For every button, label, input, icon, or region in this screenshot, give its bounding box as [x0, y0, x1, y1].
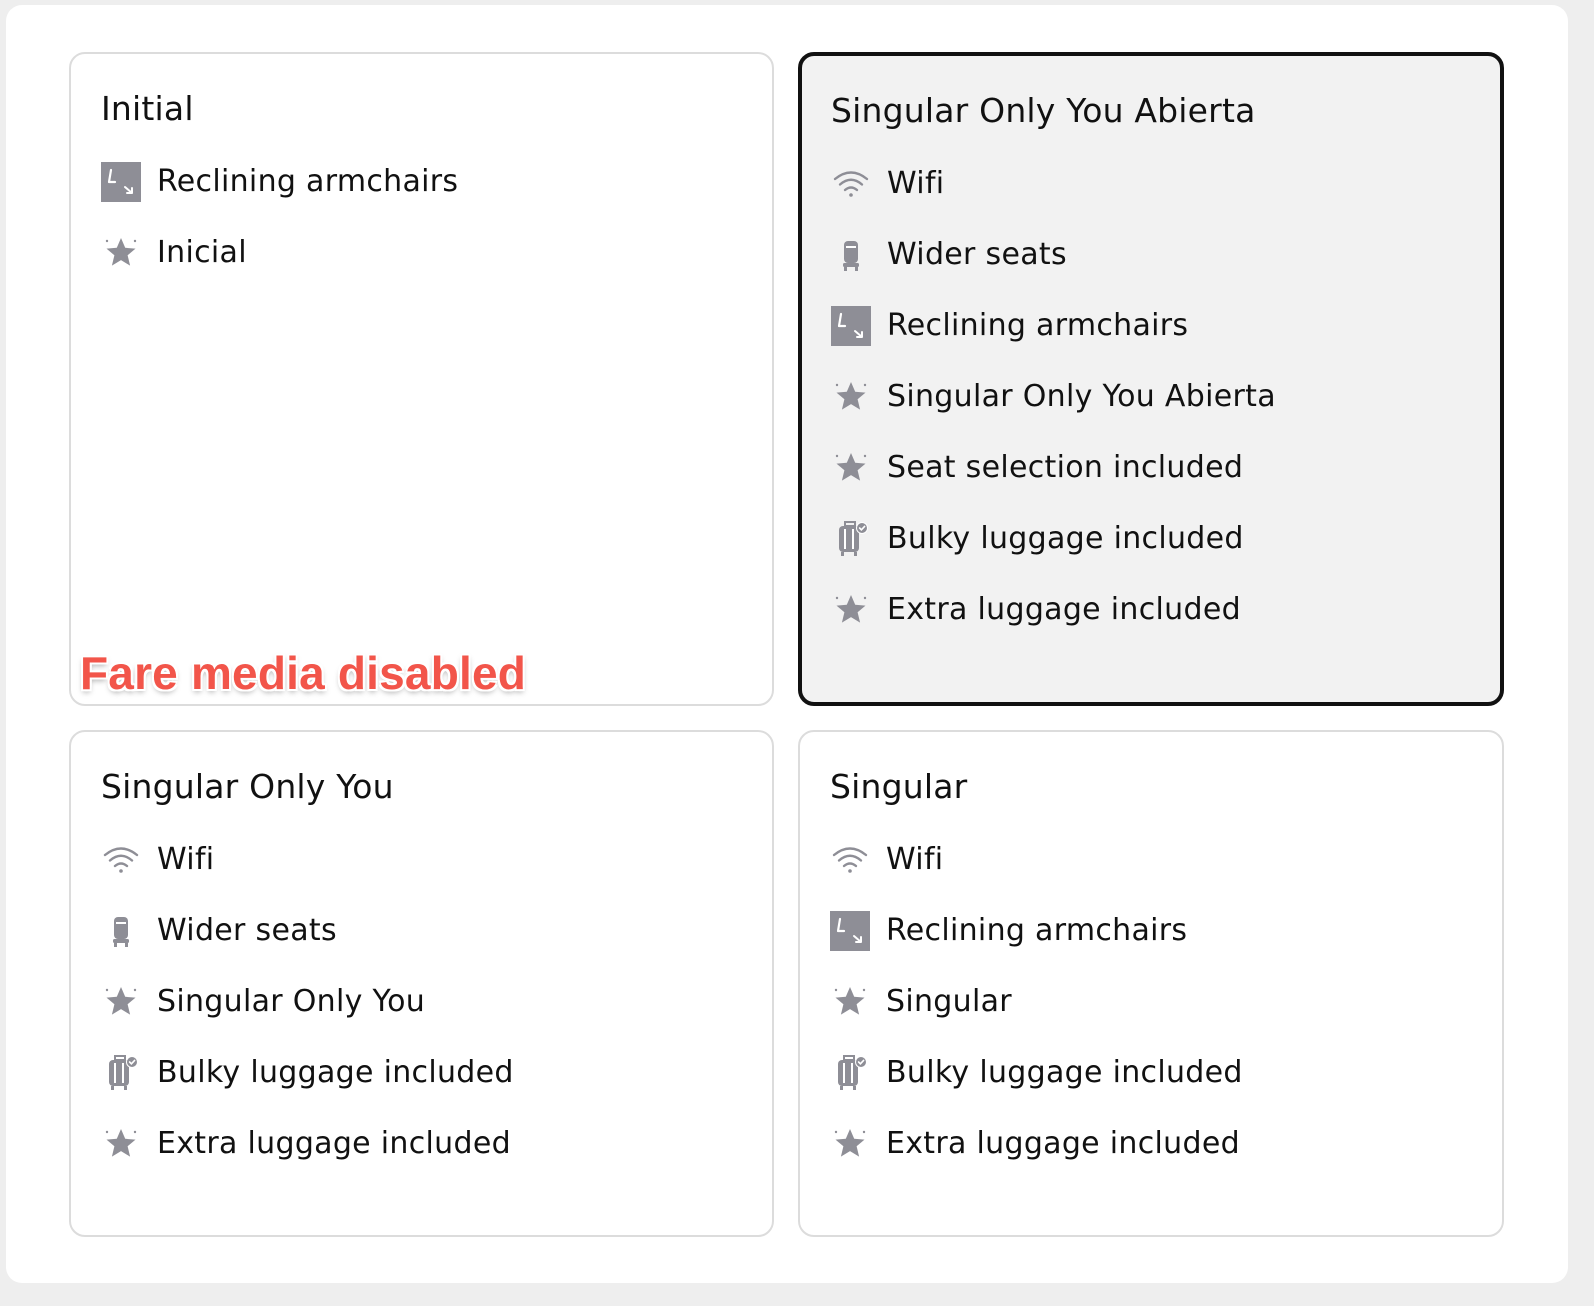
card-title: Singular Only You Abierta	[831, 91, 1256, 130]
recline-icon	[831, 305, 871, 346]
feature-item: Extra luggage included	[830, 1108, 1472, 1179]
luggage-icon	[101, 1053, 141, 1093]
feature-label: Bulky luggage included	[887, 520, 1244, 556]
feature-item: Seat selection included	[831, 432, 1471, 503]
wifi-icon	[831, 164, 871, 204]
wifi-icon	[830, 840, 870, 880]
feature-list: Wifi Wider seats Singular Only You Bulky…	[101, 824, 742, 1179]
feature-item: Extra luggage included	[831, 574, 1471, 645]
fare-card-singular[interactable]: Singular Wifi Reclining armchairs Singul…	[798, 730, 1504, 1237]
card-title: Singular	[830, 767, 968, 806]
feature-item: Reclining armchairs	[830, 895, 1472, 966]
star-icon	[101, 1124, 141, 1164]
feature-item: Bulky luggage included	[831, 503, 1471, 574]
fare-card-singular-only-you[interactable]: Singular Only You Wifi Wider seats Singu…	[69, 730, 774, 1237]
feature-item: Bulky luggage included	[830, 1037, 1472, 1108]
fare-media-disabled-note: Fare media disabled	[80, 647, 527, 699]
feature-label: Singular Only You Abierta	[887, 378, 1276, 414]
recline-icon	[101, 161, 141, 202]
star-icon	[101, 982, 141, 1022]
feature-list: Wifi Wider seats Reclining armchairs Sin…	[831, 148, 1471, 645]
feature-item: Wider seats	[101, 895, 742, 966]
feature-label: Seat selection included	[887, 449, 1244, 485]
feature-label: Reclining armchairs	[886, 912, 1188, 948]
feature-label: Singular Only You	[157, 983, 426, 1019]
feature-label: Wifi	[157, 841, 215, 877]
fare-card-singular-only-you-abierta[interactable]: Singular Only You Abierta Wifi Wider sea…	[798, 52, 1504, 706]
feature-label: Inicial	[157, 234, 247, 270]
card-title: Singular Only You	[101, 767, 394, 806]
wifi-icon	[101, 840, 141, 880]
feature-list: Wifi Reclining armchairs Singular Bulky …	[830, 824, 1472, 1179]
star-icon	[101, 233, 141, 273]
feature-item: Singular Only You Abierta	[831, 361, 1471, 432]
feature-item: Reclining armchairs	[831, 290, 1471, 361]
fare-card-initial[interactable]: Initial Reclining armchairs Inicial	[69, 52, 774, 706]
feature-item: Bulky luggage included	[101, 1037, 742, 1108]
star-icon	[830, 1124, 870, 1164]
feature-label: Reclining armchairs	[157, 163, 459, 199]
feature-label: Bulky luggage included	[886, 1054, 1243, 1090]
feature-label: Reclining armchairs	[887, 307, 1189, 343]
card-title: Initial	[101, 89, 194, 128]
seat-icon	[101, 911, 141, 951]
luggage-icon	[830, 1053, 870, 1093]
star-icon	[831, 590, 871, 630]
feature-item: Singular Only You	[101, 966, 742, 1037]
feature-label: Wifi	[886, 841, 944, 877]
feature-item: Wifi	[830, 824, 1472, 895]
feature-item: Wider seats	[831, 219, 1471, 290]
feature-label: Extra luggage included	[157, 1125, 511, 1161]
feature-item: Reclining armchairs	[101, 146, 742, 217]
feature-item: Inicial	[101, 217, 742, 288]
feature-label: Wifi	[887, 165, 945, 201]
feature-label: Bulky luggage included	[157, 1054, 514, 1090]
feature-label: Extra luggage included	[887, 591, 1241, 627]
feature-item: Wifi	[831, 148, 1471, 219]
star-icon	[830, 982, 870, 1022]
seat-icon	[831, 235, 871, 275]
feature-label: Singular	[886, 983, 1012, 1019]
star-icon	[831, 377, 871, 417]
luggage-icon	[831, 519, 871, 559]
feature-label: Wider seats	[887, 236, 1067, 272]
feature-label: Wider seats	[157, 912, 337, 948]
star-icon	[831, 448, 871, 488]
feature-item: Extra luggage included	[101, 1108, 742, 1179]
feature-label: Extra luggage included	[886, 1125, 1240, 1161]
recline-icon	[830, 910, 870, 951]
feature-list: Reclining armchairs Inicial	[101, 146, 742, 288]
feature-item: Wifi	[101, 824, 742, 895]
feature-item: Singular	[830, 966, 1472, 1037]
